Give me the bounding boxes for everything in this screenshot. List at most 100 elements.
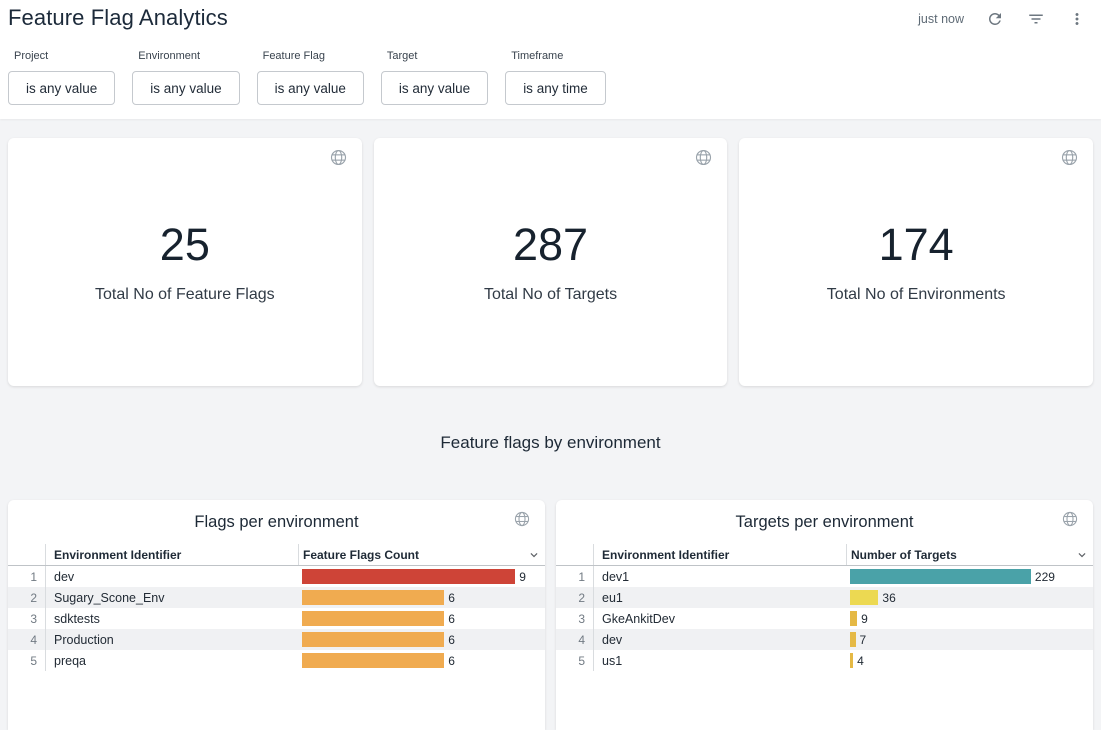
filter-label: Target	[387, 50, 488, 62]
dashboard-header: Feature Flag Analytics just now	[0, 0, 1101, 119]
table-row[interactable]: 1 dev1 229	[556, 566, 1093, 587]
bar	[850, 653, 853, 668]
table-title: Targets per environment	[556, 500, 1093, 544]
row-number: 3	[8, 608, 46, 629]
section-heading-wrap: Feature flags by environment	[8, 386, 1093, 500]
filter-icon	[1027, 10, 1045, 28]
bar	[302, 569, 515, 584]
value-cell: 6	[298, 629, 545, 650]
bar	[850, 569, 1031, 584]
filter-value-button[interactable]: is any value	[132, 71, 239, 105]
kpi-value[interactable]: 287	[513, 220, 588, 270]
filter-value-button[interactable]: is any value	[8, 71, 115, 105]
environment-name-cell: us1	[594, 654, 846, 668]
kpi-value[interactable]: 174	[879, 220, 954, 270]
environment-name-cell: dev	[594, 633, 846, 647]
bar	[302, 590, 444, 605]
bar-value-label: 9	[519, 570, 526, 584]
kpi-card: 174 Total No of Environments	[739, 138, 1093, 386]
value-cell: 6	[298, 608, 545, 629]
bar-value-label: 6	[448, 591, 455, 605]
globe-icon	[1061, 149, 1078, 171]
table-row[interactable]: 4 Production 6	[8, 629, 545, 650]
value-cell: 9	[298, 566, 545, 587]
kpi-label: Total No of Environments	[827, 286, 1006, 304]
filter-bar: Project is any value Environment is any …	[0, 33, 1101, 105]
table-row[interactable]: 3 sdktests 6	[8, 608, 545, 629]
globe-icon	[695, 149, 712, 171]
row-number-header	[556, 544, 594, 565]
filter-label: Project	[14, 50, 115, 62]
dashboard-body: 25 Total No of Feature Flags 287 Total N…	[0, 138, 1101, 730]
table-header-row: Environment Identifier Number of Targets	[556, 544, 1093, 566]
chevron-down-icon[interactable]	[1075, 548, 1089, 562]
row-number: 1	[556, 566, 594, 587]
table-row[interactable]: 2 eu1 36	[556, 587, 1093, 608]
environment-name-cell: Production	[46, 633, 298, 647]
bar	[850, 611, 857, 626]
kpi-card: 287 Total No of Targets	[374, 138, 728, 386]
column-header-value[interactable]: Number of Targets	[846, 544, 1093, 565]
filter-label: Timeframe	[511, 50, 606, 62]
refresh-icon	[986, 10, 1004, 28]
bar-value-label: 6	[448, 612, 455, 626]
globe-icon	[514, 511, 530, 532]
filter-label: Feature Flag	[263, 50, 364, 62]
kpi-label: Total No of Targets	[484, 286, 617, 304]
globe-icon	[1062, 511, 1078, 532]
filter-value-button[interactable]: is any value	[257, 71, 364, 105]
row-number-header	[8, 544, 46, 565]
bar-value-label: 4	[857, 654, 864, 668]
table-row[interactable]: 1 dev 9	[8, 566, 545, 587]
last-refreshed-text: just now	[918, 12, 964, 26]
bar	[850, 590, 878, 605]
row-number: 3	[556, 608, 594, 629]
bar-value-label: 6	[448, 633, 455, 647]
filter-label: Environment	[138, 50, 239, 62]
kpi-label: Total No of Feature Flags	[95, 286, 275, 304]
bar-value-label: 229	[1035, 570, 1055, 584]
value-cell: 36	[846, 587, 1093, 608]
environment-name-cell: Sugary_Scone_Env	[46, 591, 298, 605]
table-row[interactable]: 2 Sugary_Scone_Env 6	[8, 587, 545, 608]
filter-group: Project is any value	[8, 50, 115, 105]
table-card: Targets per environment Environment Iden…	[556, 500, 1093, 730]
table-body: 1 dev 9 2 Sugary_Scone_Env 6	[8, 566, 545, 671]
environment-name-cell: GkeAnkitDev	[594, 612, 846, 626]
row-number: 2	[556, 587, 594, 608]
filter-group: Environment is any value	[132, 50, 239, 105]
row-number: 4	[8, 629, 46, 650]
table-body: 1 dev1 229 2 eu1 36	[556, 566, 1093, 671]
column-header-value-label: Number of Targets	[851, 548, 957, 562]
table-row[interactable]: 3 GkeAnkitDev 9	[556, 608, 1093, 629]
dashboard-filters-button[interactable]	[1026, 9, 1046, 29]
value-cell: 229	[846, 566, 1093, 587]
column-header-name[interactable]: Environment Identifier	[594, 544, 846, 565]
kpi-row: 25 Total No of Feature Flags 287 Total N…	[8, 138, 1093, 386]
table-row[interactable]: 4 dev 7	[556, 629, 1093, 650]
bar	[302, 653, 444, 668]
filter-group: Timeframe is any time	[505, 50, 606, 105]
page-title: Feature Flag Analytics	[8, 3, 228, 33]
filter-group: Feature Flag is any value	[257, 50, 364, 105]
bar	[302, 611, 444, 626]
chevron-down-icon[interactable]	[527, 548, 541, 562]
tables-row: Flags per environment Environment Identi…	[8, 500, 1093, 730]
column-header-value-label: Feature Flags Count	[303, 548, 419, 562]
column-header-name[interactable]: Environment Identifier	[46, 544, 298, 565]
filter-value-button[interactable]: is any time	[505, 71, 606, 105]
bar-value-label: 6	[448, 654, 455, 668]
dashboard-actions-button[interactable]	[1067, 9, 1087, 29]
value-cell: 9	[846, 608, 1093, 629]
environment-name-cell: preqa	[46, 654, 298, 668]
kpi-value[interactable]: 25	[160, 220, 210, 270]
environment-name-cell: eu1	[594, 591, 846, 605]
bar	[850, 632, 856, 647]
bar-value-label: 9	[861, 612, 868, 626]
refresh-button[interactable]	[985, 9, 1005, 29]
column-header-value[interactable]: Feature Flags Count	[298, 544, 545, 565]
table-title: Flags per environment	[8, 500, 545, 544]
value-cell: 7	[846, 629, 1093, 650]
header-controls: just now	[918, 3, 1087, 29]
filter-value-button[interactable]: is any value	[381, 71, 488, 105]
